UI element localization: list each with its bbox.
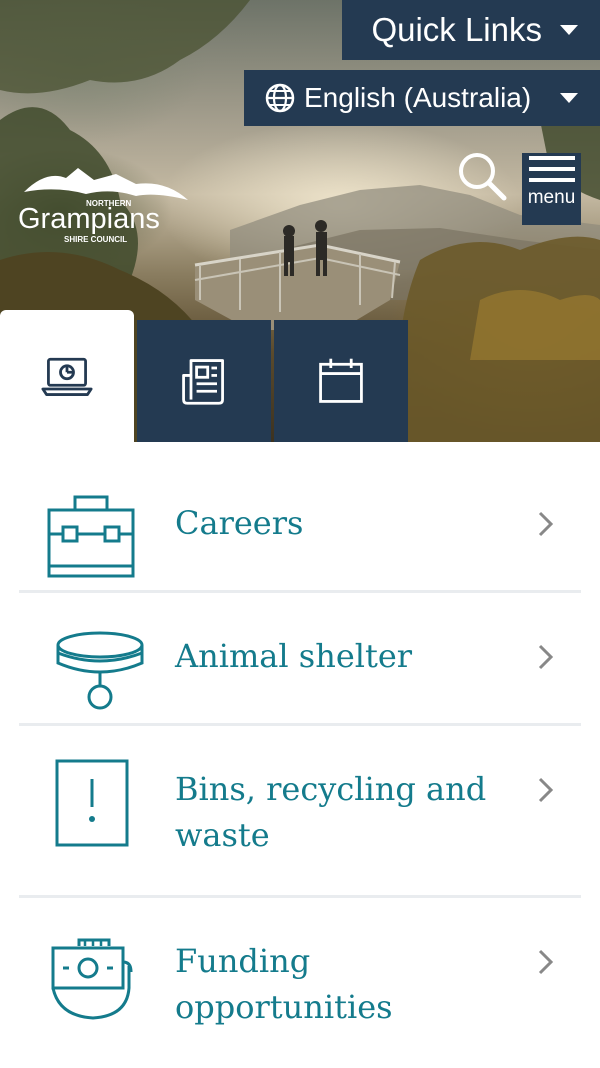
- list-item-label: Bins, recycling and waste: [175, 770, 487, 854]
- laptop-icon: [41, 357, 93, 396]
- search-icon[interactable]: [456, 150, 508, 202]
- quick-links-button[interactable]: Quick Links: [342, 0, 600, 60]
- tab-news[interactable]: [137, 320, 271, 442]
- council-logo[interactable]: NORTHERN Grampians SHIRE COUNCIL: [16, 160, 196, 245]
- globe-icon: [265, 83, 295, 113]
- hero-banner: NORTHERN Grampians SHIRE COUNCIL Quick L…: [0, 0, 600, 442]
- list-item-label: Funding opportunities: [175, 942, 393, 1026]
- logo-line3: SHIRE COUNCIL: [64, 235, 127, 244]
- chevron-right-icon: [538, 511, 554, 537]
- menu-button[interactable]: menu: [522, 153, 581, 225]
- list-item-careers[interactable]: Careers: [19, 442, 581, 593]
- bin-icon: [55, 759, 129, 847]
- list-item-funding[interactable]: Funding opportunities: [19, 898, 581, 1068]
- caret-down-icon: [560, 25, 578, 35]
- list-item-animal-shelter[interactable]: Animal shelter: [19, 593, 581, 726]
- chevron-right-icon: [538, 644, 554, 670]
- tab-services[interactable]: [0, 310, 134, 442]
- language-label: English (Australia): [304, 82, 532, 113]
- caret-down-icon: [560, 93, 578, 103]
- tab-events[interactable]: [274, 320, 408, 442]
- chevron-right-icon: [538, 949, 554, 975]
- pet-collar-icon: [56, 631, 144, 710]
- logo-line2: Grampians: [18, 203, 160, 235]
- hand-money-icon: [51, 938, 133, 1020]
- newspaper-icon: [182, 359, 224, 405]
- list-item-label: Careers: [175, 504, 304, 542]
- list-item-label: Animal shelter: [175, 637, 413, 675]
- quick-links-label: Quick Links: [371, 11, 542, 48]
- language-selector[interactable]: English (Australia): [244, 70, 600, 126]
- briefcase-icon: [47, 495, 135, 578]
- chevron-right-icon: [538, 777, 554, 803]
- service-list: Careers Animal shelter Bins, recycling a…: [19, 442, 581, 1068]
- hamburger-icon: [528, 156, 575, 189]
- menu-label: menu: [527, 187, 576, 208]
- calendar-icon: [319, 358, 363, 403]
- list-item-bins[interactable]: Bins, recycling and waste: [19, 726, 581, 898]
